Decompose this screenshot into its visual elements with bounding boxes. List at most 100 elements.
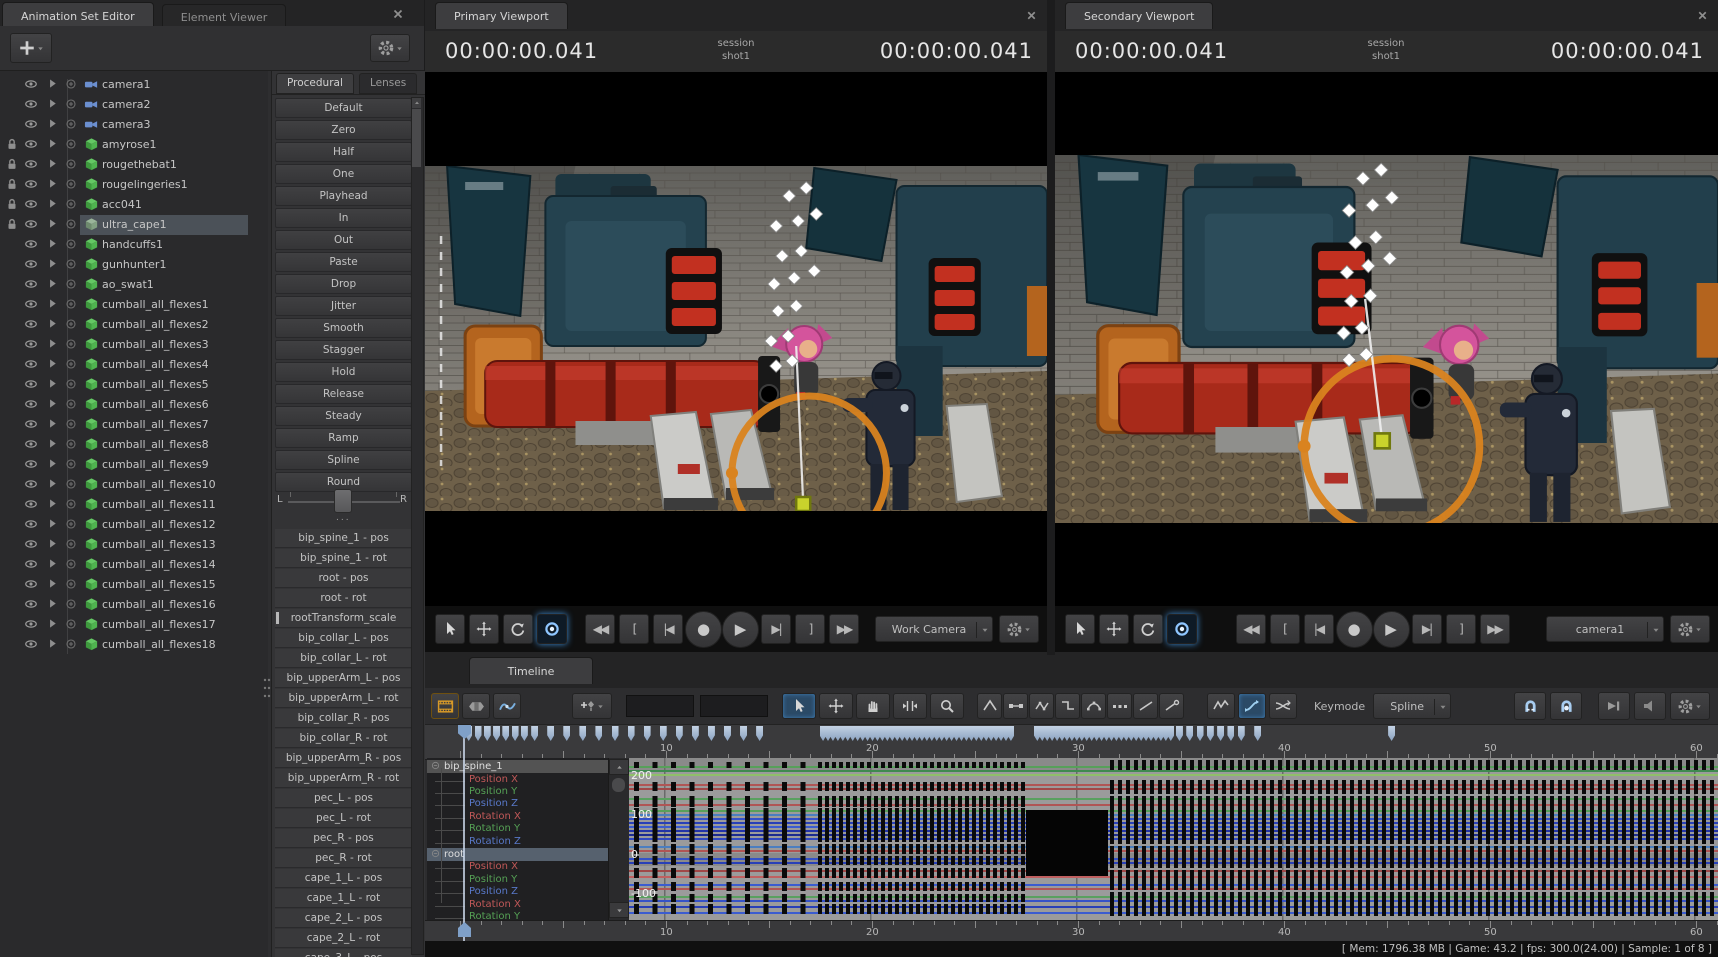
- expand-plus-icon[interactable]: [64, 477, 80, 493]
- preset-button-half[interactable]: Half: [275, 142, 412, 162]
- visibility-eye-icon[interactable]: [24, 97, 40, 113]
- expand-arrow-icon[interactable]: [46, 77, 62, 93]
- animation-set-tree[interactable]: camera1camera2camera3amyrose1rougethebat…: [0, 71, 268, 957]
- tree-row[interactable]: cumball_all_flexes9: [0, 455, 268, 475]
- record-button[interactable]: ●: [685, 611, 722, 648]
- go-to-end-button[interactable]: ▶|: [761, 614, 791, 644]
- channel-row[interactable]: Position Y: [427, 874, 608, 887]
- expand-arrow-icon[interactable]: [46, 317, 62, 333]
- bone-channel-row[interactable]: bip_upperArm_R - pos: [275, 749, 412, 768]
- bookmark-marker[interactable]: [1238, 726, 1245, 741]
- expand-arrow-icon[interactable]: [46, 497, 62, 513]
- tab-lenses[interactable]: Lenses: [359, 73, 417, 94]
- expand-plus-icon[interactable]: [64, 337, 80, 353]
- bone-channel-row[interactable]: pec_R - rot: [275, 849, 412, 868]
- move-tool-button[interactable]: [819, 693, 853, 719]
- expand-plus-icon[interactable]: [64, 157, 80, 173]
- expand-plus-icon[interactable]: [64, 597, 80, 613]
- clip-end-bracket-button[interactable]: ]: [1446, 614, 1476, 644]
- bookmark-marker[interactable]: [595, 726, 602, 741]
- select-tool-button[interactable]: [782, 693, 816, 719]
- go-to-playhead-button[interactable]: [1598, 692, 1630, 720]
- bone-channel-row[interactable]: bip_collar_L - rot: [275, 649, 412, 668]
- expand-plus-icon[interactable]: [64, 417, 80, 433]
- bone-channel-row[interactable]: cape_2_L - pos: [275, 909, 412, 928]
- interp-handles-button[interactable]: [1081, 693, 1106, 719]
- tree-row[interactable]: acc041: [0, 195, 268, 215]
- fast-forward-button[interactable]: ▶▶: [1480, 614, 1510, 644]
- tree-row[interactable]: cumball_all_flexes6: [0, 395, 268, 415]
- visibility-eye-icon[interactable]: [24, 357, 40, 373]
- channel-group-header[interactable]: bip_spine_1: [427, 760, 608, 773]
- slider-handle[interactable]: [334, 489, 352, 513]
- expand-arrow-icon[interactable]: [46, 337, 62, 353]
- visibility-eye-icon[interactable]: [24, 337, 40, 353]
- expand-plus-icon[interactable]: [64, 557, 80, 573]
- bone-channel-row[interactable]: bip_spine_1 - pos: [275, 529, 412, 548]
- curve-mode-blend-button[interactable]: [1269, 693, 1297, 719]
- expand-plus-icon[interactable]: [64, 617, 80, 633]
- expand-plus-icon[interactable]: [64, 497, 80, 513]
- bookmark-marker[interactable]: [1197, 726, 1204, 741]
- bone-channel-row[interactable]: cape_1_L - pos: [275, 869, 412, 888]
- timeline-channel-list[interactable]: bip_spine_1Position XPosition YPosition …: [427, 758, 608, 920]
- expand-plus-icon[interactable]: [64, 97, 80, 113]
- channel-row[interactable]: Rotation Y: [427, 911, 608, 920]
- channel-row[interactable]: Rotation Z: [427, 836, 608, 849]
- bone-channel-row[interactable]: bip_collar_R - pos: [275, 709, 412, 728]
- tab-secondary-viewport[interactable]: Secondary Viewport: [1065, 2, 1213, 29]
- graph-editor-mode-button[interactable]: [493, 693, 521, 719]
- fast-forward-button[interactable]: ▶▶: [829, 614, 859, 644]
- bookmark-marker[interactable]: [612, 726, 619, 741]
- expand-arrow-icon[interactable]: [46, 457, 62, 473]
- go-to-start-button[interactable]: |◀: [1304, 614, 1334, 644]
- interp-flat-button[interactable]: [1003, 693, 1028, 719]
- primary-viewport-canvas[interactable]: [425, 72, 1047, 606]
- expand-plus-icon[interactable]: [64, 197, 80, 213]
- expand-plus-icon[interactable]: [64, 377, 80, 393]
- timeline-bottom-ruler[interactable]: 102030405060: [425, 920, 1718, 942]
- bone-channel-row[interactable]: bip_upperArm_R - rot: [275, 769, 412, 788]
- add-keyframe-button[interactable]: [572, 693, 612, 719]
- tree-row[interactable]: cumball_all_flexes15: [0, 575, 268, 595]
- record-button[interactable]: ●: [1336, 611, 1373, 648]
- expand-plus-icon[interactable]: [64, 137, 80, 153]
- rewind-button[interactable]: ◀◀: [1236, 614, 1266, 644]
- record-preview-button[interactable]: [1167, 614, 1197, 644]
- bookmark-marker[interactable]: [660, 726, 667, 741]
- bookmark-marker[interactable]: [1227, 726, 1234, 741]
- tree-row[interactable]: cumball_all_flexes13: [0, 535, 268, 555]
- expand-arrow-icon[interactable]: [46, 437, 62, 453]
- preset-button-in[interactable]: In: [275, 208, 412, 228]
- bookmark-marker[interactable]: [676, 726, 683, 741]
- interp-dashed-button[interactable]: [1107, 693, 1132, 719]
- bookmark-marker[interactable]: [484, 726, 491, 741]
- expand-plus-icon[interactable]: [64, 357, 80, 373]
- tree-row[interactable]: rougelingeries1: [0, 175, 268, 195]
- close-icon[interactable]: [390, 6, 406, 22]
- visibility-eye-icon[interactable]: [24, 517, 40, 533]
- translation-handle[interactable]: [796, 497, 810, 511]
- procedural-scrollbar[interactable]: [411, 97, 424, 955]
- move-tool-button[interactable]: [469, 614, 499, 644]
- bone-channel-row[interactable]: bip_collar_R - rot: [275, 729, 412, 748]
- select-tool-button[interactable]: [435, 614, 465, 644]
- scrollbar-thumb[interactable]: [412, 109, 421, 167]
- tree-row[interactable]: camera1: [0, 75, 268, 95]
- bookmark-marker[interactable]: [531, 726, 538, 741]
- panel-splitter-handle[interactable]: [262, 676, 272, 706]
- tree-row[interactable]: gunhunter1: [0, 255, 268, 275]
- visibility-eye-icon[interactable]: [24, 457, 40, 473]
- bookmark-marker[interactable]: [521, 726, 528, 741]
- preset-button-stagger[interactable]: Stagger: [275, 340, 412, 360]
- tree-row[interactable]: cumball_all_flexes4: [0, 355, 268, 375]
- bone-channel-row[interactable]: pec_L - rot: [275, 809, 412, 828]
- secondary-viewport-canvas[interactable]: [1055, 72, 1718, 606]
- channel-row[interactable]: Position X: [427, 774, 608, 787]
- play-button[interactable]: ▶: [722, 611, 759, 648]
- expand-arrow-icon[interactable]: [46, 557, 62, 573]
- expand-arrow-icon[interactable]: [46, 217, 62, 233]
- visibility-eye-icon[interactable]: [24, 597, 40, 613]
- expand-arrow-icon[interactable]: [46, 157, 62, 173]
- clip-start-bracket-button[interactable]: [: [1270, 614, 1300, 644]
